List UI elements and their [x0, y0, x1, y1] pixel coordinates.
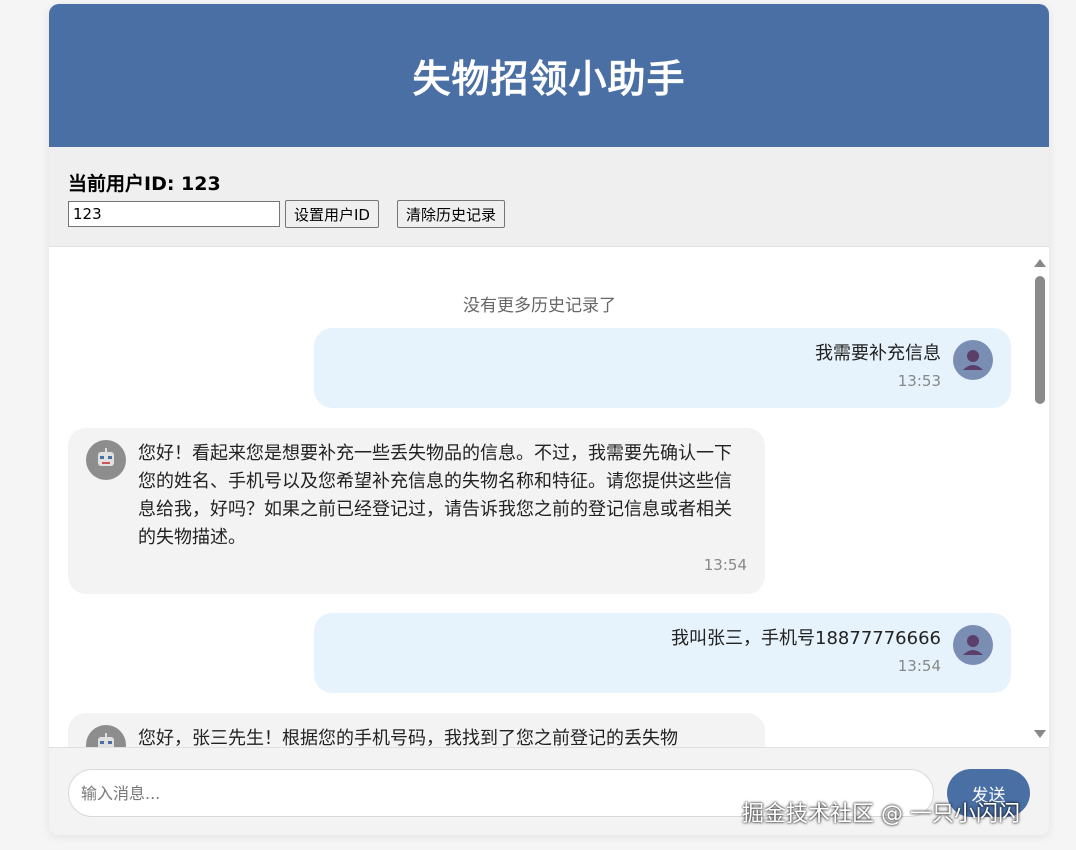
user-id-input[interactable]	[68, 201, 280, 227]
no-more-history-text: 没有更多历史记录了	[463, 296, 616, 316]
message-body: 您好，张三先生！根据您的手机号码，我找到了您之前登记的丢失物	[138, 725, 747, 748]
user-panel: 当前用户ID: 123 设置用户ID 清除历史记录	[49, 147, 1049, 247]
scroll-up-arrow-icon[interactable]	[1034, 259, 1046, 267]
robot-avatar-icon	[86, 440, 126, 480]
set-user-id-button[interactable]: 设置用户ID	[285, 200, 379, 228]
current-user-label: 当前用户ID: 123	[68, 173, 221, 195]
user-controls: 设置用户ID 清除历史记录	[68, 200, 1030, 228]
robot-avatar-icon	[86, 725, 126, 748]
message-text: 您好，张三先生！根据您的手机号码，我找到了您之前登记的丢失物	[138, 728, 678, 748]
app-window: 失物招领小助手 当前用户ID: 123 设置用户ID 清除历史记录 没有更多历史…	[49, 4, 1049, 835]
message-text: 我需要补充信息	[815, 343, 941, 364]
message-body: 您好！看起来您是想要补充一些丢失物品的信息。不过，我需要先确认一下您的姓名、手机…	[138, 440, 747, 580]
message-body: 我叫张三，手机号18877776666 13:54	[332, 625, 941, 679]
user-message: 我需要补充信息 13:53	[314, 328, 1011, 408]
bot-message: 您好！看起来您是想要补充一些丢失物品的信息。不过，我需要先确认一下您的姓名、手机…	[68, 428, 765, 594]
message-time: 13:54	[703, 556, 747, 574]
app-title: 失物招领小助手	[412, 57, 686, 101]
message-time: 13:54	[897, 657, 941, 675]
watermark: 掘金技术社区 @ 一只小闪闪	[742, 802, 1020, 827]
message-text: 您好！看起来您是想要补充一些丢失物品的信息。不过，我需要先确认一下您的姓名、手机…	[138, 443, 732, 548]
message-time: 13:53	[897, 372, 941, 390]
scroll-thumb[interactable]	[1035, 276, 1045, 404]
message-text: 我叫张三，手机号18877776666	[671, 628, 941, 649]
chat-area[interactable]: 没有更多历史记录了 我需要补充信息 13:53 您好！看起来您是想要补充一些丢失…	[49, 247, 1049, 748]
bot-message: 您好，张三先生！根据您的手机号码，我找到了您之前登记的丢失物	[68, 713, 765, 748]
user-avatar-icon	[953, 625, 993, 665]
header: 失物招领小助手	[49, 4, 1049, 147]
scroll-down-arrow-icon[interactable]	[1034, 730, 1046, 738]
user-message: 我叫张三，手机号18877776666 13:54	[314, 613, 1011, 693]
user-avatar-icon	[953, 340, 993, 380]
chat-scrollbar[interactable]	[1030, 247, 1049, 748]
clear-history-button[interactable]: 清除历史记录	[396, 200, 505, 228]
message-body: 我需要补充信息 13:53	[332, 340, 941, 394]
